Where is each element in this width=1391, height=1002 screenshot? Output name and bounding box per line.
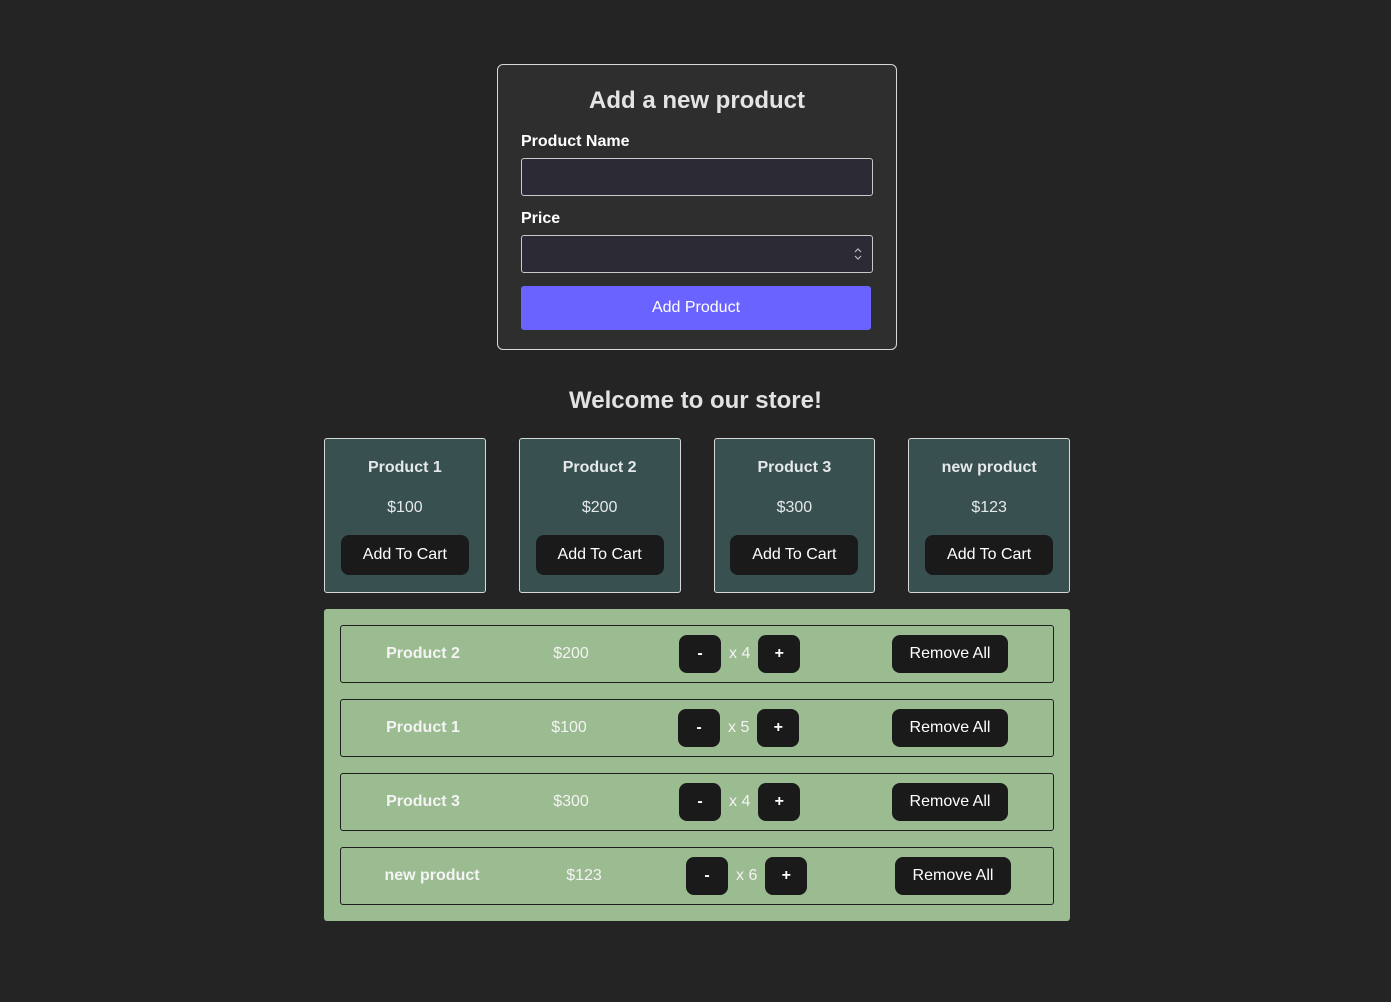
- cart-row: Product 1 $100 - x 5 + Remove All: [340, 699, 1054, 757]
- updown-chevron-icon[interactable]: [853, 245, 863, 263]
- remove-all-button[interactable]: Remove All: [892, 709, 1008, 747]
- add-to-cart-button[interactable]: Add To Cart: [730, 535, 859, 575]
- form-title: Add a new product: [589, 87, 805, 114]
- product-name: Product 2: [562, 459, 637, 476]
- cart-item-name: Product 1: [386, 719, 460, 736]
- remove-all-button[interactable]: Remove All: [892, 635, 1008, 673]
- add-to-cart-button[interactable]: Add To Cart: [925, 535, 1054, 575]
- cart-row: Product 2 $200 - x 4 + Remove All: [340, 625, 1054, 683]
- quantity-stepper: - x 6 +: [686, 857, 808, 895]
- cart-item-price: $200: [553, 645, 589, 662]
- decrement-button[interactable]: -: [686, 857, 728, 895]
- quantity-stepper: - x 5 +: [678, 709, 800, 747]
- quantity-text: x 6: [736, 867, 758, 884]
- add-product-button[interactable]: Add Product: [521, 286, 871, 330]
- decrement-button[interactable]: -: [679, 635, 721, 673]
- product-name-label: Product Name: [521, 133, 630, 150]
- cart-item-name: new product: [384, 867, 480, 884]
- cart-item-price: $100: [551, 719, 587, 736]
- quantity-text: x 4: [729, 793, 751, 810]
- cart-row: Product 3 $300 - x 4 + Remove All: [340, 773, 1054, 831]
- product-list: Product 1 $100 Add To Cart Product 2 $20…: [324, 438, 1070, 593]
- add-product-form: Add a new product Product Name Price Add…: [497, 64, 897, 350]
- product-name: Product 1: [367, 459, 442, 476]
- product-card: Product 3 $300 Add To Cart: [713, 438, 876, 593]
- product-price: $123: [971, 499, 1007, 516]
- product-price: $200: [581, 499, 618, 516]
- product-price: $100: [387, 499, 423, 516]
- increment-button[interactable]: +: [765, 857, 808, 895]
- quantity-text: x 5: [728, 719, 750, 736]
- remove-all-button[interactable]: Remove All: [892, 783, 1008, 821]
- quantity-text: x 4: [729, 645, 751, 662]
- price-field: [521, 235, 873, 273]
- product-card: Product 1 $100 Add To Cart: [324, 438, 486, 593]
- product-price: $300: [776, 499, 813, 516]
- cart-item-price: $300: [553, 793, 589, 810]
- product-card: new product $123 Add To Cart: [908, 438, 1070, 593]
- product-name: Product 3: [757, 459, 832, 476]
- quantity-stepper: - x 4 +: [679, 635, 801, 673]
- increment-button[interactable]: +: [758, 635, 801, 673]
- quantity-stepper: - x 4 +: [679, 783, 801, 821]
- product-name-input[interactable]: [521, 158, 873, 196]
- add-to-cart-button[interactable]: Add To Cart: [535, 535, 664, 575]
- store-title: Welcome to our store!: [569, 387, 822, 414]
- increment-button[interactable]: +: [758, 783, 801, 821]
- cart-item-name: Product 2: [386, 645, 460, 662]
- add-to-cart-button[interactable]: Add To Cart: [340, 535, 469, 575]
- decrement-button[interactable]: -: [679, 783, 721, 821]
- price-label: Price: [521, 210, 561, 227]
- decrement-button[interactable]: -: [678, 709, 720, 747]
- cart: Product 2 $200 - x 4 + Remove All Produc…: [324, 609, 1070, 921]
- increment-button[interactable]: +: [757, 709, 800, 747]
- price-input[interactable]: [521, 235, 873, 273]
- cart-item-price: $123: [566, 867, 602, 884]
- product-name: new product: [941, 459, 1037, 476]
- remove-all-button[interactable]: Remove All: [895, 857, 1011, 895]
- cart-row: new product $123 - x 6 + Remove All: [340, 847, 1054, 905]
- product-card: Product 2 $200 Add To Cart: [518, 438, 681, 593]
- cart-item-name: Product 3: [386, 793, 460, 810]
